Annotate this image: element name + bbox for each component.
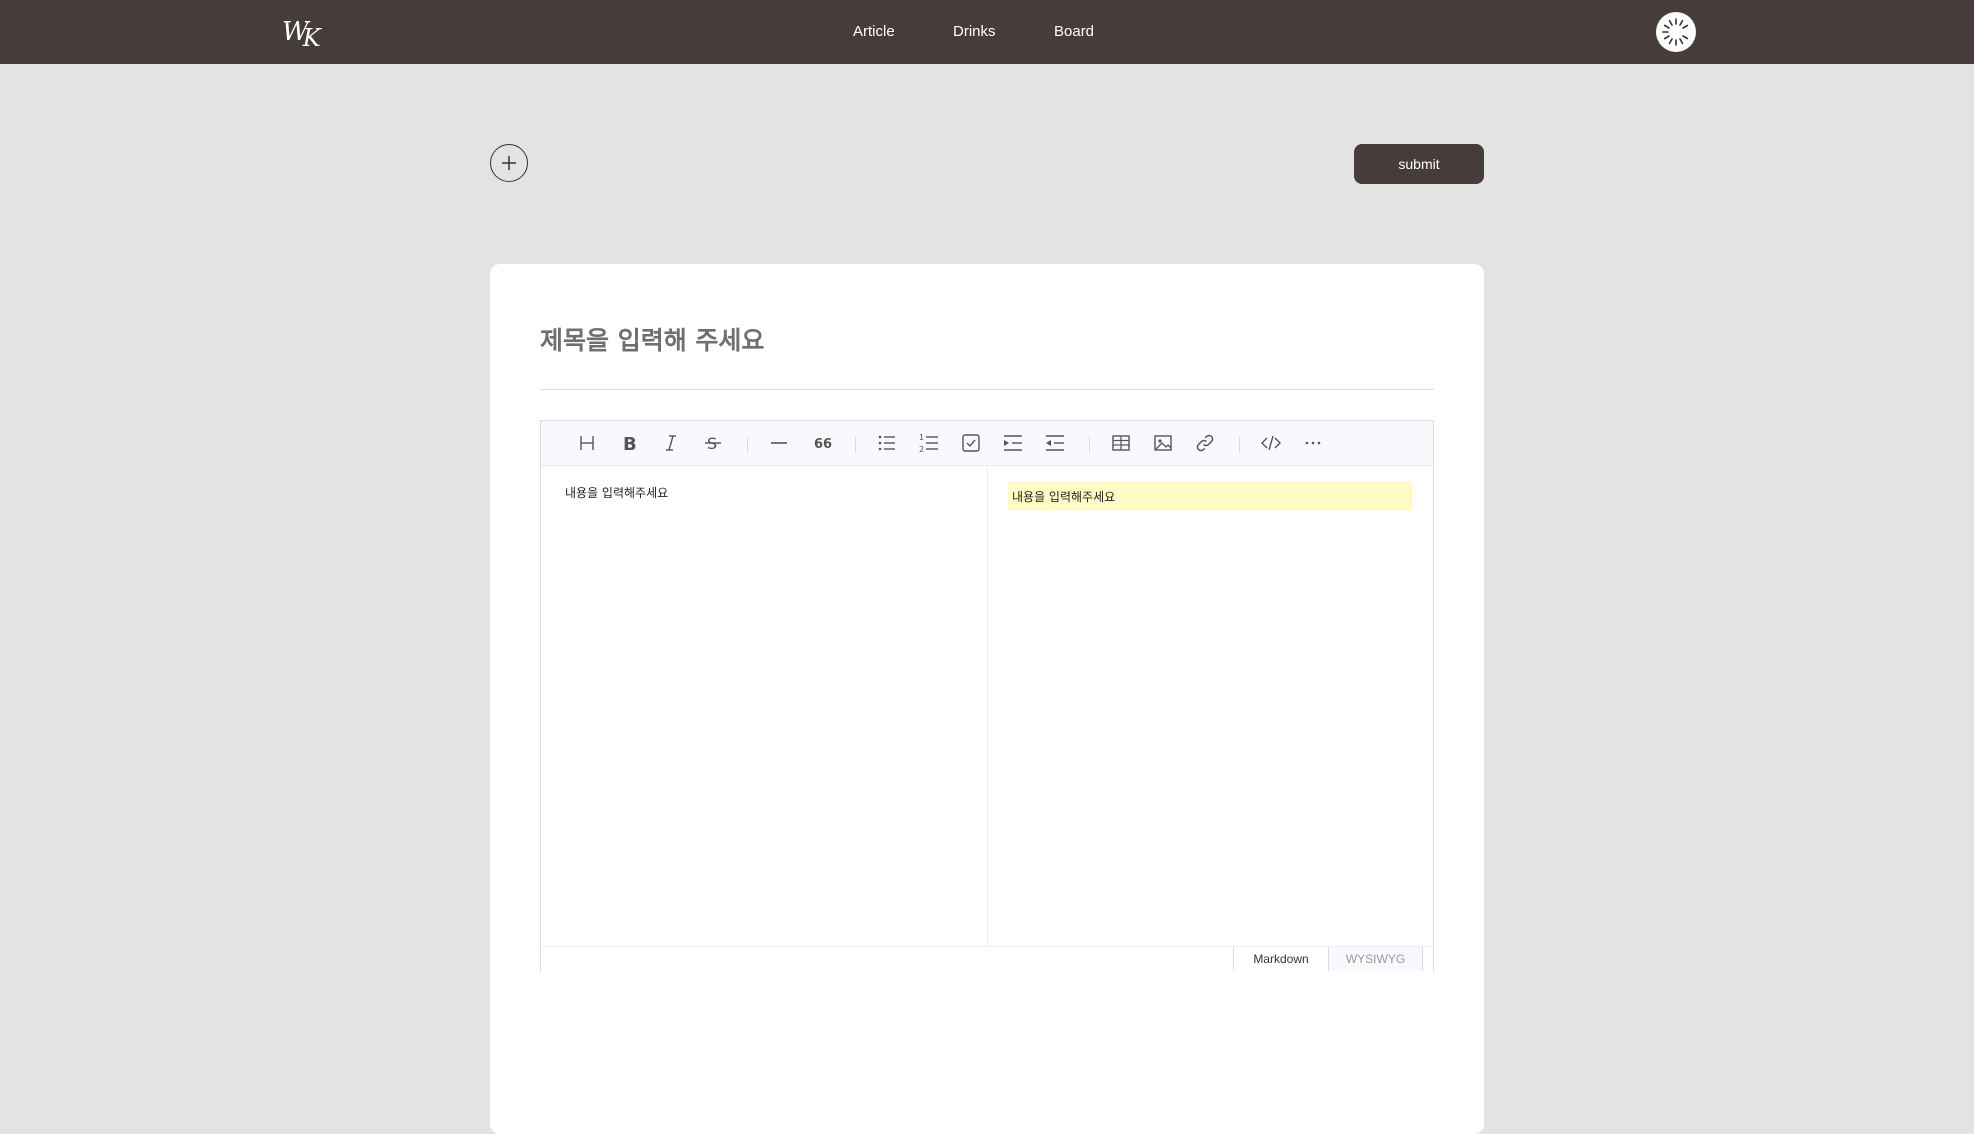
toolbar-divider — [1239, 437, 1240, 453]
logo[interactable]: WK — [282, 12, 326, 52]
nav-link-article[interactable]: Article — [853, 20, 895, 44]
preview-content: 내용을 입력해주세요 — [1012, 490, 1116, 504]
title-divider — [540, 389, 1434, 390]
editor-card: B S 66 12 — [490, 264, 1484, 1134]
nav-link-drinks[interactable]: Drinks — [953, 20, 996, 44]
spinner-icon — [1662, 18, 1689, 46]
markdown-editor: B S 66 12 내용을 입력해주세요 내용을 입력해주세요 Markdown… — [540, 420, 1434, 972]
tab-wysiwyg[interactable]: WYSIWYG — [1328, 947, 1423, 971]
preview-pane: 내용을 입력해주세요 — [988, 466, 1433, 960]
logo-letter-w: W — [282, 17, 309, 47]
table-icon[interactable] — [1107, 429, 1135, 457]
add-button[interactable] — [490, 144, 528, 182]
italic-icon[interactable] — [657, 429, 685, 457]
svg-text:66: 66 — [814, 437, 832, 452]
bullet-list-icon[interactable] — [873, 429, 901, 457]
svg-text:1: 1 — [919, 433, 924, 442]
toolbar-divider — [747, 437, 748, 453]
preview-highlight: 내용을 입력해주세요 — [1008, 482, 1412, 510]
code-icon[interactable] — [1257, 429, 1285, 457]
top-navbar: WK Article Drinks Board — [0, 0, 1974, 64]
nav-link-board[interactable]: Board — [1054, 20, 1094, 44]
link-icon[interactable] — [1191, 429, 1219, 457]
hr-icon[interactable] — [765, 429, 793, 457]
avatar[interactable] — [1656, 12, 1696, 52]
editor-toolbar: B S 66 12 — [541, 421, 1433, 466]
toolbar-divider — [855, 437, 856, 453]
markdown-content[interactable]: 내용을 입력해주세요 — [565, 484, 668, 501]
bold-icon[interactable]: B — [615, 429, 643, 457]
mode-switch: Markdown WYSIWYG — [541, 946, 1433, 972]
logo-letter-k: K — [302, 24, 321, 52]
toolbar-divider — [1089, 437, 1090, 453]
svg-text:2: 2 — [919, 445, 924, 454]
task-list-icon[interactable] — [957, 429, 985, 457]
plus-icon — [502, 156, 516, 170]
svg-text:B: B — [623, 434, 637, 455]
ordered-list-icon[interactable]: 12 — [915, 429, 943, 457]
title-input[interactable] — [540, 304, 1434, 376]
quote-icon[interactable]: 66 — [807, 429, 835, 457]
submit-button[interactable]: submit — [1354, 144, 1484, 184]
markdown-pane[interactable]: 내용을 입력해주세요 — [541, 466, 988, 960]
indent-icon[interactable] — [999, 429, 1027, 457]
tab-markdown[interactable]: Markdown — [1233, 947, 1328, 971]
image-icon[interactable] — [1149, 429, 1177, 457]
heading-icon[interactable] — [573, 429, 601, 457]
outdent-icon[interactable] — [1041, 429, 1069, 457]
strike-icon[interactable]: S — [699, 429, 727, 457]
more-icon[interactable] — [1299, 429, 1327, 457]
